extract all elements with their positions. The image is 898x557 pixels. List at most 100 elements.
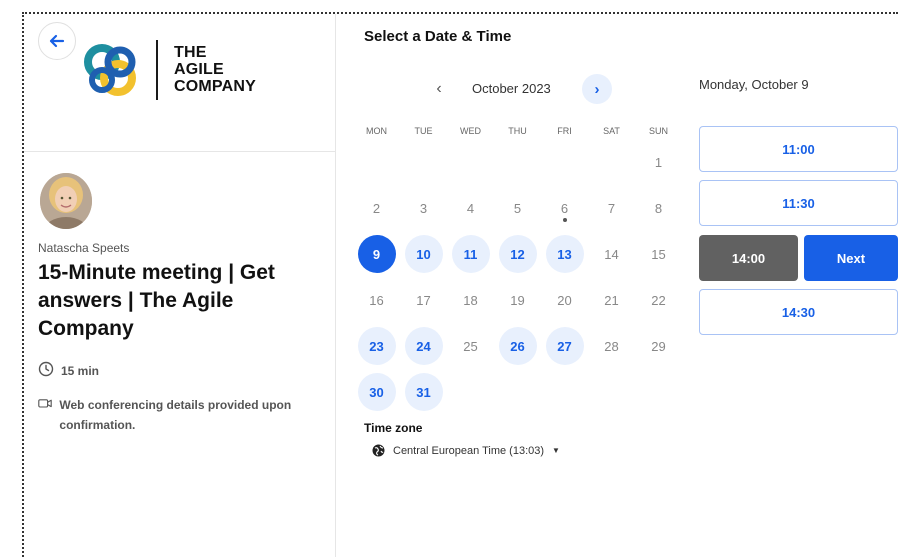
day-number: 1 <box>654 154 663 170</box>
calendar-day-16: 16 <box>353 277 400 323</box>
calendar-day-31[interactable]: 31 <box>400 369 447 415</box>
month-navigation: ‹ October 2023 › <box>420 72 620 106</box>
calendar-day-21: 21 <box>588 277 635 323</box>
agile-company-logo-icon <box>84 44 136 96</box>
time-slot-1400-selected[interactable]: 14:00 <box>699 235 798 281</box>
previous-month-button[interactable]: ‹ <box>424 74 454 104</box>
calendar-day-22: 22 <box>635 277 682 323</box>
host-avatar <box>40 173 92 229</box>
next-button[interactable]: Next <box>804 235 898 281</box>
caret-down-icon: ▼ <box>552 446 560 455</box>
calendar-day-13[interactable]: 13 <box>541 231 588 277</box>
logo-line: COMPANY <box>174 78 256 95</box>
calendar-day-20: 20 <box>541 277 588 323</box>
event-duration: 15 min <box>38 361 99 381</box>
calendar-day-27[interactable]: 27 <box>541 323 588 369</box>
calendar-day-12[interactable]: 12 <box>494 231 541 277</box>
day-number: 28 <box>604 338 619 354</box>
day-number: 25 <box>463 338 478 354</box>
weekday-label: SUN <box>648 126 668 136</box>
day-number: 22 <box>651 292 666 308</box>
time-slot-1430[interactable]: 14:30 <box>699 289 898 335</box>
day-number: 14 <box>604 246 619 262</box>
calendar-day-5: 5 <box>494 185 541 231</box>
day-number: 5 <box>513 200 522 216</box>
day-number: 17 <box>416 292 431 308</box>
weekday-header: MON TUE WED THU FRI SAT SUN <box>353 126 683 140</box>
day-number: 30 <box>357 373 396 411</box>
calendar-day-24[interactable]: 24 <box>400 323 447 369</box>
day-number: 26 <box>498 327 537 365</box>
day-number: 24 <box>404 327 443 365</box>
weekday-label: WED <box>460 126 481 136</box>
day-number: 20 <box>557 292 572 308</box>
day-number: 13 <box>545 235 584 273</box>
calendar-day-30[interactable]: 30 <box>353 369 400 415</box>
calendar-day-10[interactable]: 10 <box>400 231 447 277</box>
selected-date-label: Monday, October 9 <box>699 77 809 92</box>
brand-header: THE AGILE COMPANY <box>24 14 336 152</box>
video-camera-icon <box>38 399 52 408</box>
time-slot-1100[interactable]: 11:00 <box>699 126 898 172</box>
calendar-day-4: 4 <box>447 185 494 231</box>
logo-divider <box>156 40 158 100</box>
calendar-day-8: 8 <box>635 185 682 231</box>
calendar-empty-cell <box>494 139 541 185</box>
calendar-grid: 1 2 3 4 5 6 7 8 9 10 11 12 13 14 15 16 17 18 19 20 21 22 23 24 2… <box>353 139 683 415</box>
weekday-label: FRI <box>557 126 572 136</box>
duration-text: 15 min <box>61 364 100 378</box>
calendar-day-26[interactable]: 26 <box>494 323 541 369</box>
calendar-day-6: 6 <box>541 185 588 231</box>
day-number: 12 <box>498 235 537 273</box>
calendar-day-11[interactable]: 11 <box>447 231 494 277</box>
next-month-button[interactable]: › <box>582 74 612 104</box>
calendar-day-15: 15 <box>635 231 682 277</box>
day-number: 23 <box>357 327 396 365</box>
day-number: 29 <box>651 338 666 354</box>
calendar-day-1: 1 <box>635 139 682 185</box>
time-slot-1130[interactable]: 11:30 <box>699 180 898 226</box>
chevron-right-icon: › <box>594 80 600 98</box>
calendar-empty-cell <box>447 139 494 185</box>
logo-wordmark: THE AGILE COMPANY <box>174 44 256 95</box>
back-button[interactable] <box>38 22 76 60</box>
day-number: 21 <box>604 292 619 308</box>
day-number: 16 <box>369 292 384 308</box>
timezone-label: Time zone <box>364 421 423 435</box>
logo-line: AGILE <box>174 61 224 78</box>
weekday-label: MON <box>366 126 387 136</box>
weekday-label: TUE <box>414 126 433 136</box>
weekday-label: THU <box>508 126 527 136</box>
weekday-label: SAT <box>603 126 620 136</box>
calendar-empty-cell <box>588 139 635 185</box>
event-details-panel: THE AGILE COMPANY Natascha Speets 15-Min… <box>24 14 336 557</box>
globe-icon <box>372 444 385 457</box>
day-number: 8 <box>654 200 663 216</box>
calendar-day-29: 29 <box>635 323 682 369</box>
calendar-day-18: 18 <box>447 277 494 323</box>
day-number: 11 <box>451 235 490 273</box>
day-number: 2 <box>372 200 381 216</box>
day-number: 31 <box>404 373 443 411</box>
clock-icon <box>38 361 54 377</box>
calendar-empty-cell <box>353 139 400 185</box>
logo-line: THE <box>174 44 207 61</box>
calendar-day-28: 28 <box>588 323 635 369</box>
calendar-day-2: 2 <box>353 185 400 231</box>
day-number: 4 <box>466 200 475 216</box>
day-number: 18 <box>463 292 478 308</box>
calendar-day-9[interactable]: 9 <box>353 231 400 277</box>
calendar-day-7: 7 <box>588 185 635 231</box>
day-number: 15 <box>651 246 666 262</box>
event-title: 15-Minute meeting | Get answers | The Ag… <box>38 261 275 340</box>
timezone-select[interactable]: Central European Time (13:03) ▼ <box>372 444 560 457</box>
conferencing-text: Web conferencing details provided upon c… <box>59 398 292 432</box>
host-name: Natascha Speets <box>38 241 130 255</box>
day-number: 3 <box>419 200 428 216</box>
calendar-empty-cell <box>400 139 447 185</box>
day-number: 9 <box>357 235 396 273</box>
calendar-day-23[interactable]: 23 <box>353 323 400 369</box>
calendar-day-14: 14 <box>588 231 635 277</box>
scheduler-title: Select a Date & Time <box>364 28 512 45</box>
today-indicator <box>562 218 567 222</box>
